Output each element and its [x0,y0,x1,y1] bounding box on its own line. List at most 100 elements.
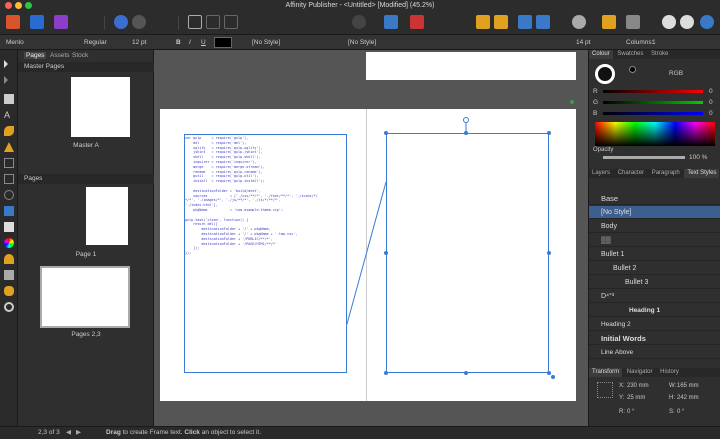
table-tool-icon[interactable] [4,158,14,168]
tab-layers[interactable]: Layers [589,169,613,178]
boolean-icon[interactable] [602,15,616,29]
rectangle-frame-tool-icon[interactable] [4,174,14,184]
tab-stock[interactable]: Stock [72,52,88,59]
style-row-body[interactable]: Body [589,220,720,233]
master-a-thumbnail[interactable] [71,77,130,137]
colour-spectrum[interactable] [595,122,715,146]
node-tool-icon[interactable] [4,76,8,84]
style-row-code[interactable]: ▒▒ [589,234,720,247]
page-nav-next-icon[interactable]: ▶ [76,427,81,439]
ellipse-frame-tool-icon[interactable] [4,190,14,200]
snapping-icon[interactable] [572,15,586,29]
comments-icon[interactable] [680,15,694,29]
chat-icon[interactable] [662,15,676,29]
columns-field[interactable]: 1 [652,37,656,48]
pages-2-3-thumbnail[interactable] [40,266,130,328]
tab-text-styles[interactable]: Text Styles [684,169,720,178]
arrange-forward-icon[interactable] [494,15,508,29]
font-family-select[interactable]: Menlo [6,37,24,48]
document-canvas[interactable]: var gulp = require('gulp'), del = requir… [154,50,588,426]
tab-swatches[interactable]: Swatches [614,50,646,59]
bleed-icon[interactable] [224,15,238,29]
text-color-swatch[interactable] [214,37,232,48]
insert-icon[interactable] [626,15,640,29]
fill-tool-icon[interactable] [4,238,14,248]
frame-text-tool-icon[interactable] [4,94,14,104]
zoom-tool-icon[interactable] [4,302,14,312]
hand-tool-icon[interactable] [4,286,14,296]
place-image-tool-icon[interactable] [4,270,14,280]
opacity-value[interactable]: 100 % [689,154,707,161]
style-row-heading-2[interactable]: Heading 2 [589,318,720,331]
master-pages-header[interactable]: Master Pages [18,62,154,72]
anchor-selector[interactable] [597,382,613,398]
share-icon[interactable] [700,15,714,29]
designer-persona-icon[interactable] [30,15,44,29]
stroke-colour-well[interactable] [629,66,636,73]
font-size-field[interactable]: 12 pt [132,37,146,48]
underline-button[interactable]: U [201,37,206,48]
arrange-back-icon[interactable] [476,15,490,29]
style-row-no-style[interactable]: [No Style] [589,206,720,219]
tab-paragraph[interactable]: Paragraph [649,169,683,178]
tab-navigator[interactable]: Navigator [624,368,656,377]
preferences-icon[interactable] [132,15,146,29]
rotation-field[interactable]: 0 ° [627,409,634,415]
x-field[interactable]: 230 mm [627,383,649,389]
tab-transform[interactable]: Transform [589,368,623,377]
move-tool-icon[interactable] [4,60,8,68]
r-value[interactable]: 0 [709,88,713,95]
bold-button[interactable]: B [176,37,181,48]
publisher-persona-icon[interactable] [6,15,20,29]
style-row-line-above[interactable]: Line Above [589,346,720,359]
font-style-select[interactable]: Regular [84,37,107,48]
b-slider[interactable] [603,112,703,115]
pages-header[interactable]: Pages [18,174,154,184]
transparency-tool-icon[interactable] [4,254,14,264]
rectangle-tool-icon[interactable] [4,222,14,232]
preview-mode-icon[interactable] [206,15,220,29]
text-frame-toggle-icon[interactable] [384,15,398,29]
b-value[interactable]: 0 [709,110,713,117]
italic-button[interactable]: I [189,37,191,48]
photo-persona-icon[interactable] [54,15,68,29]
colour-model-select[interactable]: RGB [669,70,683,77]
pencil-tool-icon[interactable] [4,142,14,152]
r-slider[interactable] [603,90,703,93]
style-row-base[interactable]: Base [589,192,720,205]
g-slider[interactable] [603,101,703,104]
assistant-icon[interactable] [114,15,128,29]
paragraph-style-select[interactable]: [No Style] [348,37,376,48]
style-row-bullet-1[interactable]: Bullet 1 [589,248,720,261]
w-field[interactable]: 165 mm [677,383,699,389]
fill-colour-well[interactable] [595,64,615,84]
view-mode-icon[interactable] [188,15,202,29]
artistic-text-tool-icon[interactable]: A [4,110,14,120]
h-field[interactable]: 242 mm [677,395,699,401]
page-1-thumbnail[interactable] [86,187,128,245]
distribute-icon[interactable] [536,15,550,29]
tab-character[interactable]: Character [615,169,647,178]
tab-pages[interactable]: Pages [24,52,47,59]
style-row-heading-1[interactable]: Heading 1 [589,304,720,317]
picture-frame-tool-icon[interactable] [4,206,14,216]
shear-field[interactable]: 0 ° [677,409,684,415]
tab-history[interactable]: History [657,368,682,377]
pen-tool-icon[interactable] [4,126,14,136]
tab-stroke[interactable]: Stroke [648,50,671,59]
opacity-slider[interactable] [603,156,685,159]
align-icon[interactable] [518,15,532,29]
style-row-initial-words[interactable]: Initial Words [589,332,720,345]
view-icon[interactable] [352,15,366,29]
tab-assets[interactable]: Assets [50,52,70,59]
tab-colour[interactable]: Colour [589,50,613,59]
page-nav-prev-icon[interactable]: ◀ [66,427,71,439]
style-row-bullet-2[interactable]: Bullet 2 [589,262,720,275]
y-field[interactable]: 25 mm [627,395,645,401]
g-value[interactable]: 0 [709,99,713,106]
style-row-bullet-3[interactable]: Bullet 3 [589,276,720,289]
style-row-dropcap[interactable]: D⁴°³ [589,290,720,303]
character-style-select[interactable]: [No Style] [252,37,280,48]
pen-icon[interactable] [410,15,424,29]
leading-field[interactable]: 14 pt [576,37,590,48]
